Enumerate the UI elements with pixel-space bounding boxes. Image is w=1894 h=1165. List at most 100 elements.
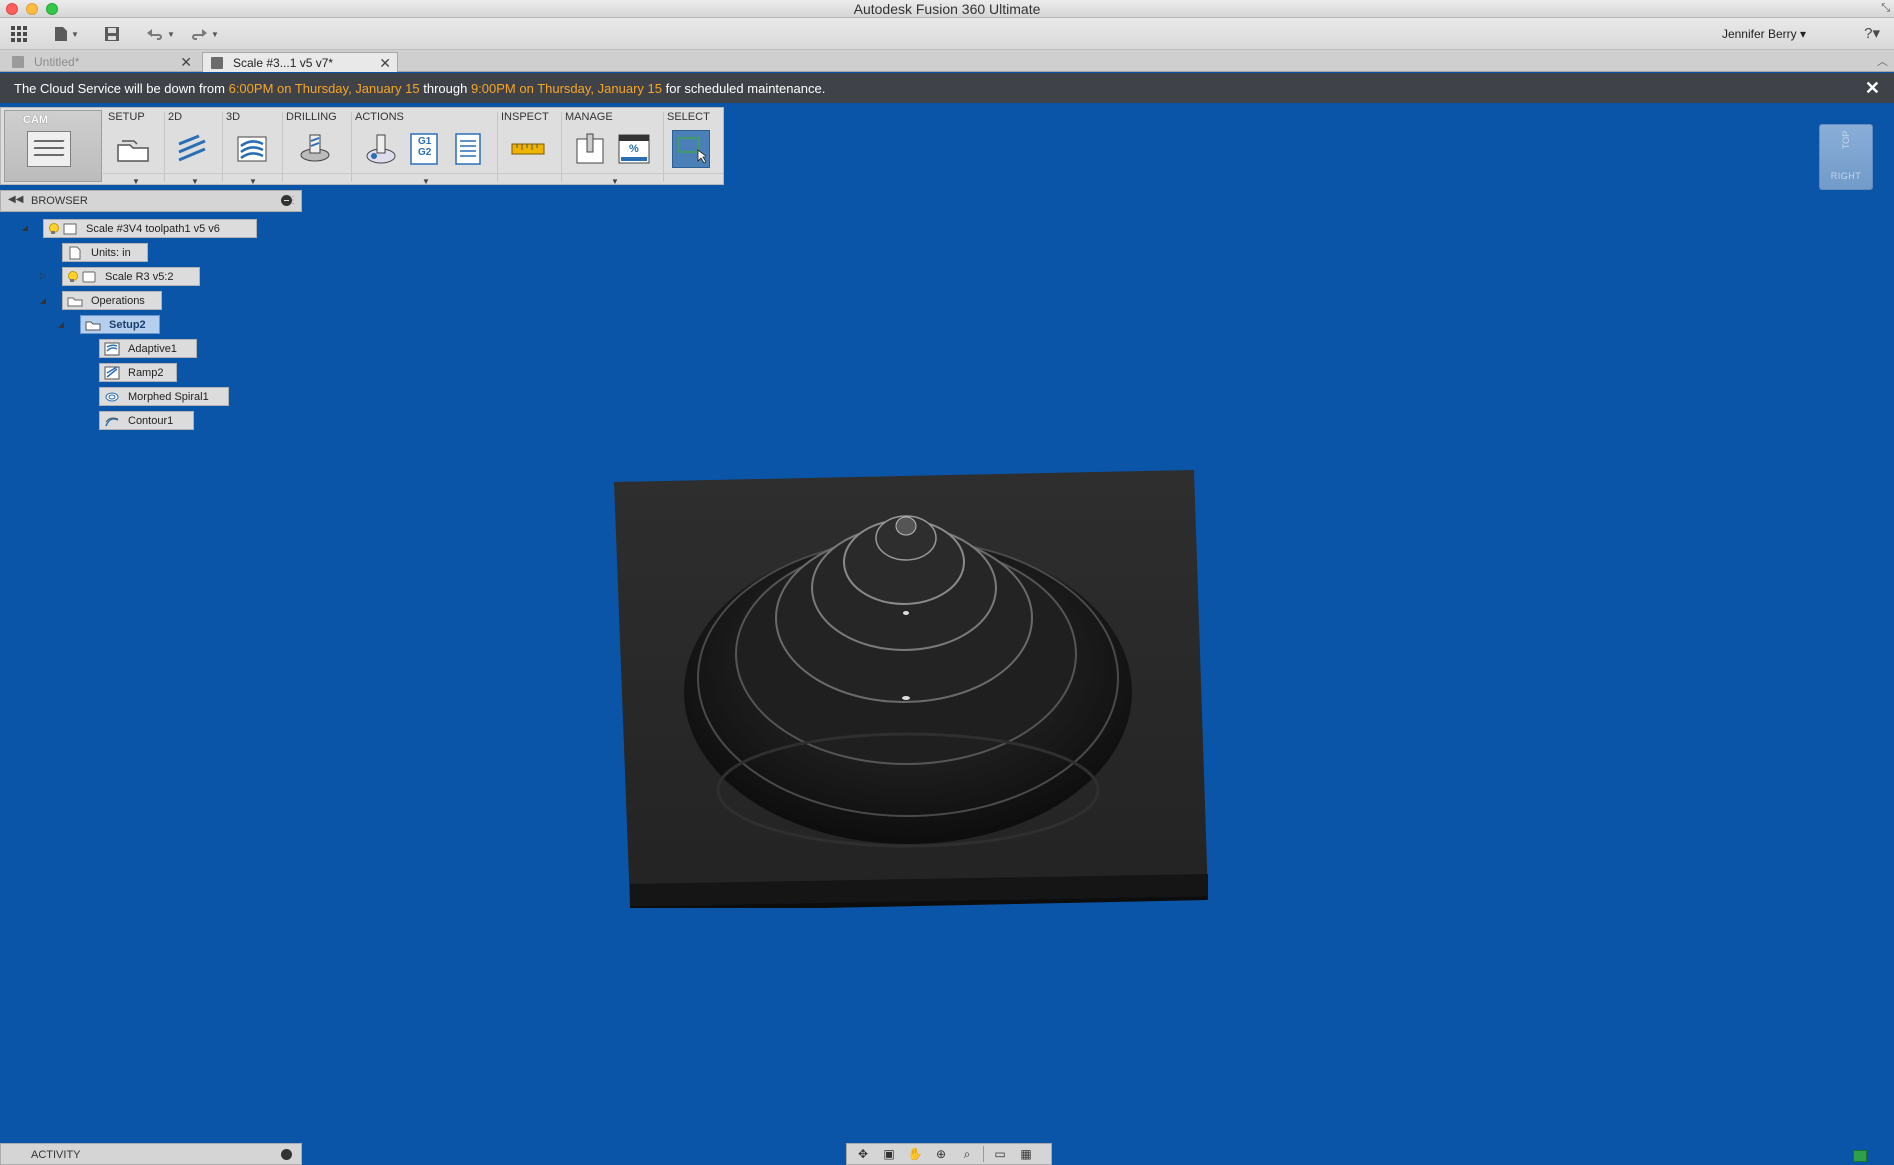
ramp-toolpath-icon bbox=[104, 365, 120, 380]
2d-dropdown-caret[interactable]: ▼ bbox=[191, 177, 199, 186]
2d-toolpath-button[interactable] bbox=[173, 130, 211, 168]
g2-label: G2 bbox=[418, 147, 432, 158]
browser-component-node[interactable]: Scale R3 v5:2 bbox=[62, 267, 200, 286]
simulate-icon bbox=[366, 134, 396, 164]
units-document-icon bbox=[67, 246, 83, 260]
group-label-3d[interactable]: 3D bbox=[226, 111, 240, 123]
tab-scale[interactable]: Scale #3...1 v5 v7* ✕ bbox=[202, 52, 398, 72]
setup-sheet-button[interactable] bbox=[449, 130, 487, 168]
browser-operations-node[interactable]: Operations bbox=[62, 291, 162, 310]
banner-text: through bbox=[419, 81, 471, 96]
browser-title: BROWSER bbox=[31, 195, 88, 207]
fit-icon[interactable]: ⌕ bbox=[957, 1146, 977, 1162]
banner-close-icon[interactable]: ✕ bbox=[1865, 78, 1880, 99]
3d-model-viewport[interactable] bbox=[614, 468, 1214, 908]
group-label-inspect[interactable]: INSPECT bbox=[501, 111, 549, 123]
setup-dropdown-caret[interactable]: ▼ bbox=[132, 177, 140, 186]
activity-title: ACTIVITY bbox=[31, 1149, 81, 1161]
document-icon bbox=[211, 56, 223, 69]
manage-dropdown-caret[interactable]: ▼ bbox=[611, 177, 619, 186]
3d-toolpath-button[interactable] bbox=[233, 130, 271, 168]
banner-text: for scheduled maintenance. bbox=[661, 81, 826, 96]
expand-toggle-component[interactable]: ▷ bbox=[38, 271, 48, 281]
browser-setup-node[interactable]: Setup2 bbox=[80, 315, 160, 334]
browser-root-node[interactable]: Scale #3V4 toolpath1 v5 v6 bbox=[43, 219, 257, 238]
visibility-bulb-icon[interactable] bbox=[67, 270, 78, 283]
pan-hand-icon[interactable]: ✋ bbox=[905, 1146, 925, 1162]
expand-toggle-operations[interactable]: ◢ bbox=[38, 296, 48, 306]
browser-panel-header[interactable]: ◀◀ BROWSER ⋮ bbox=[0, 190, 302, 212]
measure-button[interactable] bbox=[509, 130, 547, 168]
node-label: Morphed Spiral1 bbox=[128, 390, 209, 403]
group-label-select[interactable]: SELECT bbox=[667, 111, 710, 123]
group-label-manage[interactable]: MANAGE bbox=[565, 111, 613, 123]
view-cube-right-face[interactable]: RIGHT bbox=[1820, 171, 1872, 181]
document-icon bbox=[12, 56, 24, 68]
redo-icon[interactable]: ▼ bbox=[190, 24, 219, 44]
component-icon bbox=[81, 270, 97, 284]
document-icon bbox=[62, 222, 78, 236]
tool-library-icon bbox=[576, 133, 604, 164]
activity-panel-header[interactable]: ACTIVITY bbox=[0, 1143, 302, 1165]
activity-minimize-icon[interactable] bbox=[281, 1149, 292, 1160]
expand-toggle-setup[interactable]: ◢ bbox=[56, 320, 66, 330]
browser-operation-morphed-spiral[interactable]: Morphed Spiral1 bbox=[99, 387, 229, 406]
view-cube-top-face[interactable]: TOP bbox=[1841, 114, 1851, 166]
save-icon[interactable] bbox=[104, 24, 120, 44]
data-panel-grid-icon[interactable] bbox=[10, 24, 28, 44]
tab-untitled[interactable]: Untitled* ✕ bbox=[4, 52, 198, 72]
collapse-browser-icon[interactable]: ◀◀ bbox=[8, 194, 23, 205]
adaptive-toolpath-icon bbox=[104, 342, 120, 356]
panel-grip-icon[interactable]: ⋮ bbox=[288, 195, 298, 206]
tab-label: Untitled* bbox=[34, 55, 80, 69]
orbit-icon[interactable]: ✥ bbox=[853, 1146, 873, 1162]
node-label: Units: in bbox=[91, 246, 131, 259]
collapse-chevron-up-icon[interactable]: ︿ bbox=[1877, 53, 1888, 69]
actions-dropdown-caret[interactable]: ▼ bbox=[422, 177, 430, 186]
tab-close-icon[interactable]: ✕ bbox=[180, 54, 192, 71]
new-setup-button[interactable] bbox=[114, 130, 152, 168]
group-label-drilling[interactable]: DRILLING bbox=[286, 111, 337, 123]
view-cube[interactable]: TOP RIGHT bbox=[1819, 124, 1873, 190]
banner-start-time: 6:00PM on Thursday, January 15 bbox=[228, 81, 420, 96]
look-at-icon[interactable]: ▣ bbox=[879, 1146, 899, 1162]
node-label: Ramp2 bbox=[128, 366, 164, 379]
g1-label: G1 bbox=[418, 136, 432, 147]
contour-toolpath-icon bbox=[104, 414, 120, 428]
drill-icon bbox=[300, 134, 330, 162]
window-select-button[interactable] bbox=[672, 130, 710, 168]
workspace-switcher[interactable]: CAM bbox=[4, 110, 102, 182]
browser-operation-contour[interactable]: Contour1 bbox=[99, 411, 194, 430]
title-bar: Autodesk Fusion 360 Ultimate ⤡ bbox=[0, 0, 1894, 18]
group-label-actions[interactable]: ACTIONS bbox=[355, 111, 404, 123]
display-settings-icon[interactable]: ▭ bbox=[990, 1146, 1010, 1162]
workspace-label: CAM bbox=[23, 114, 49, 126]
task-manager-button[interactable]: % bbox=[615, 130, 653, 168]
drilling-button[interactable] bbox=[296, 130, 334, 168]
expand-toggle-root[interactable]: ◢ bbox=[20, 223, 30, 233]
tab-close-icon[interactable]: ✕ bbox=[379, 55, 391, 72]
3d-dropdown-caret[interactable]: ▼ bbox=[249, 177, 257, 186]
status-corner-icon[interactable] bbox=[1853, 1150, 1867, 1162]
undo-icon[interactable]: ▼ bbox=[146, 24, 175, 44]
help-menu[interactable]: ?▾ bbox=[1864, 24, 1880, 42]
spiral-toolpath-icon bbox=[104, 390, 120, 404]
tool-library-button[interactable] bbox=[571, 130, 609, 168]
browser-units-node[interactable]: Units: in bbox=[62, 243, 148, 262]
post-process-button[interactable]: G1 G2 bbox=[405, 130, 443, 168]
file-menu-button[interactable]: ▼ bbox=[54, 24, 79, 44]
group-label-2d[interactable]: 2D bbox=[168, 111, 182, 123]
simulate-button[interactable] bbox=[362, 130, 400, 168]
visibility-bulb-icon[interactable] bbox=[48, 222, 59, 235]
user-menu[interactable]: Jennifer Berry ▾ bbox=[1722, 27, 1806, 41]
browser-operation-ramp[interactable]: Ramp2 bbox=[99, 363, 177, 382]
zoom-icon[interactable]: ⊕ bbox=[931, 1146, 951, 1162]
browser-operation-adaptive[interactable]: Adaptive1 bbox=[99, 339, 197, 358]
fullscreen-icon[interactable]: ⤡ bbox=[1881, 2, 1890, 15]
node-label: Contour1 bbox=[128, 414, 174, 427]
group-label-setup[interactable]: SETUP bbox=[108, 111, 145, 123]
setup-icon bbox=[117, 140, 149, 162]
node-label: Scale R3 v5:2 bbox=[105, 270, 174, 283]
grid-settings-icon[interactable]: ▦ bbox=[1016, 1146, 1036, 1162]
node-label: Operations bbox=[91, 294, 145, 307]
